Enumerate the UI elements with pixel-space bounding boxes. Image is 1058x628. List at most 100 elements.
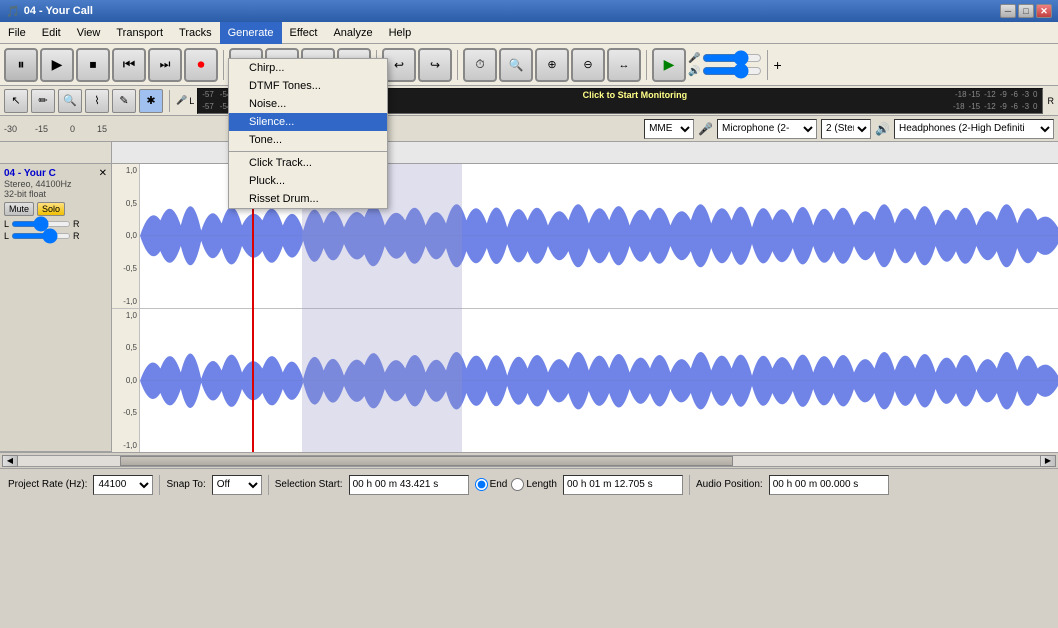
- input-device-dropdown[interactable]: Microphone (2-: [717, 119, 817, 139]
- app-icon: 🎵: [6, 5, 20, 18]
- y-label-b-m05: -0,5: [112, 408, 139, 417]
- generate-dtmf[interactable]: DTMF Tones...: [229, 77, 387, 95]
- snap-label: Snap To:: [166, 479, 205, 490]
- y-axis-labels-top: 1,0 0,5 0,0 -0,5 -1,0: [112, 164, 140, 308]
- multi-tool[interactable]: ✱: [139, 89, 163, 113]
- end-value-display[interactable]: 00 h 01 m 12.705 s: [563, 475, 683, 495]
- vu-num: -3: [1022, 90, 1029, 99]
- channel-dropdown[interactable]: 2 (Stereo): [821, 119, 871, 139]
- mute-button[interactable]: Mute: [4, 202, 34, 216]
- toolbar-separator-3: [457, 50, 458, 80]
- play-button[interactable]: ▶: [40, 48, 74, 82]
- solo-button[interactable]: Solo: [37, 202, 65, 216]
- scrollbar-thumb[interactable]: [120, 456, 733, 466]
- close-button[interactable]: ✕: [1036, 4, 1052, 18]
- menu-help[interactable]: Help: [381, 22, 420, 44]
- api-dropdown[interactable]: MME: [644, 119, 694, 139]
- track-name[interactable]: 04 - Your C: [4, 168, 56, 179]
- zoom-tool[interactable]: 🔍: [58, 89, 82, 113]
- vu-num2: -12: [984, 102, 996, 111]
- y-label-m1: -1,0: [112, 297, 139, 306]
- end-radio[interactable]: [475, 478, 488, 491]
- vu-num: -15: [969, 90, 981, 99]
- generate-sep: [229, 151, 387, 152]
- vol-ruler-minus15: -15: [35, 124, 48, 134]
- zoom-tool4[interactable]: ↔: [607, 48, 641, 82]
- stop-button[interactable]: ⏹: [76, 48, 110, 82]
- y-label-b-m1: -1,0: [112, 441, 139, 450]
- waveform-channel-r[interactable]: 1,0 0,5 0,0 -0,5 -1,0: [112, 309, 1058, 453]
- menu-generate[interactable]: Generate: [220, 22, 282, 44]
- main-area: 04 - Your C ✕ Stereo, 44100Hz 32-bit flo…: [0, 142, 1058, 452]
- generate-noise[interactable]: Noise...: [229, 95, 387, 113]
- vu-num2: -9: [1000, 102, 1007, 111]
- snap-select[interactable]: Off: [212, 475, 262, 495]
- menu-tracks[interactable]: Tracks: [171, 22, 220, 44]
- vol-slider[interactable]: [11, 233, 71, 239]
- selection-start-label: Selection Start:: [275, 479, 343, 490]
- pan-slider[interactable]: [11, 221, 71, 227]
- minimize-button[interactable]: ─: [1000, 4, 1016, 18]
- generate-pluck[interactable]: Pluck...: [229, 172, 387, 190]
- hscrollbar[interactable]: ◀ ▶: [0, 452, 1058, 468]
- y-label-b-05: 0,5: [112, 343, 139, 352]
- end-radio-label[interactable]: End: [475, 478, 508, 491]
- select-tool[interactable]: ↖: [4, 89, 28, 113]
- click-to-start[interactable]: Click to Start Monitoring: [315, 90, 955, 100]
- menu-file[interactable]: File: [0, 22, 34, 44]
- skip-forward-button[interactable]: ⏭: [148, 48, 182, 82]
- vu-num2: 0: [1033, 102, 1037, 111]
- track-close[interactable]: ✕: [99, 168, 107, 179]
- generate-tone[interactable]: Tone...: [229, 131, 387, 149]
- scrollbar-track[interactable]: [18, 455, 1040, 467]
- scroll-right-btn[interactable]: ▶: [1040, 455, 1056, 467]
- input-volume-slider[interactable]: [702, 54, 762, 62]
- menu-analyze[interactable]: Analyze: [325, 22, 380, 44]
- vu-num2: -3: [1022, 102, 1029, 111]
- zoom-tool2[interactable]: ⊕: [535, 48, 569, 82]
- length-radio[interactable]: [511, 478, 524, 491]
- scroll-left-btn[interactable]: ◀: [2, 455, 18, 467]
- generate-chirp[interactable]: Chirp...: [229, 59, 387, 77]
- menu-edit[interactable]: Edit: [34, 22, 69, 44]
- vu-num: -57: [202, 90, 214, 99]
- redo-button[interactable]: ↪: [418, 48, 452, 82]
- skip-back-button[interactable]: ⏮: [112, 48, 146, 82]
- project-rate-select[interactable]: 44100: [93, 475, 153, 495]
- menu-effect[interactable]: Effect: [282, 22, 326, 44]
- envelope-tool[interactable]: ⌇: [85, 89, 109, 113]
- menu-view[interactable]: View: [69, 22, 109, 44]
- y-label-0: 0,0: [112, 231, 139, 240]
- play-from-button[interactable]: ▶: [652, 48, 686, 82]
- zoom-tool3[interactable]: ⊖: [571, 48, 605, 82]
- draw-tool[interactable]: ✎: [112, 89, 136, 113]
- pause-button[interactable]: ⏸: [4, 48, 38, 82]
- window-title: 04 - Your Call: [24, 5, 93, 17]
- toolbar-separator-4: [646, 50, 647, 80]
- selection-start-value[interactable]: 00 h 00 m 43.421 s: [349, 475, 469, 495]
- length-radio-label[interactable]: Length: [511, 478, 557, 491]
- track-type: Stereo, 44100Hz: [4, 179, 107, 189]
- zoom-tool1[interactable]: 🔍: [499, 48, 533, 82]
- generate-dropdown: Chirp... DTMF Tones... Noise... Silence.…: [228, 58, 388, 209]
- vu-r-label: R: [1048, 96, 1055, 106]
- maximize-button[interactable]: □: [1018, 4, 1034, 18]
- toolbar-separator-5: [767, 50, 768, 80]
- generate-silence[interactable]: Silence...: [229, 113, 387, 131]
- pencil-tool[interactable]: ✏: [31, 89, 55, 113]
- title-area: 🎵 04 - Your Call: [6, 5, 93, 18]
- mic-icon: 🎤: [176, 95, 187, 106]
- audio-position-display[interactable]: 00 h 00 m 00.000 s: [769, 475, 889, 495]
- output-device-dropdown[interactable]: Headphones (2-High Definiti: [894, 119, 1054, 139]
- menu-transport[interactable]: Transport: [108, 22, 171, 44]
- vu-num: -12: [984, 90, 996, 99]
- record-button[interactable]: ⏺: [184, 48, 218, 82]
- output-volume-slider[interactable]: [702, 67, 762, 75]
- track-bit: 32-bit float: [4, 189, 107, 199]
- generate-click-track[interactable]: Click Track...: [229, 154, 387, 172]
- generate-risset-drum[interactable]: Risset Drum...: [229, 190, 387, 208]
- end-label: End: [490, 479, 508, 490]
- timer-button[interactable]: ⏱: [463, 48, 497, 82]
- speaker-icon: 🔊: [875, 122, 890, 136]
- track-vol: L R: [4, 231, 107, 241]
